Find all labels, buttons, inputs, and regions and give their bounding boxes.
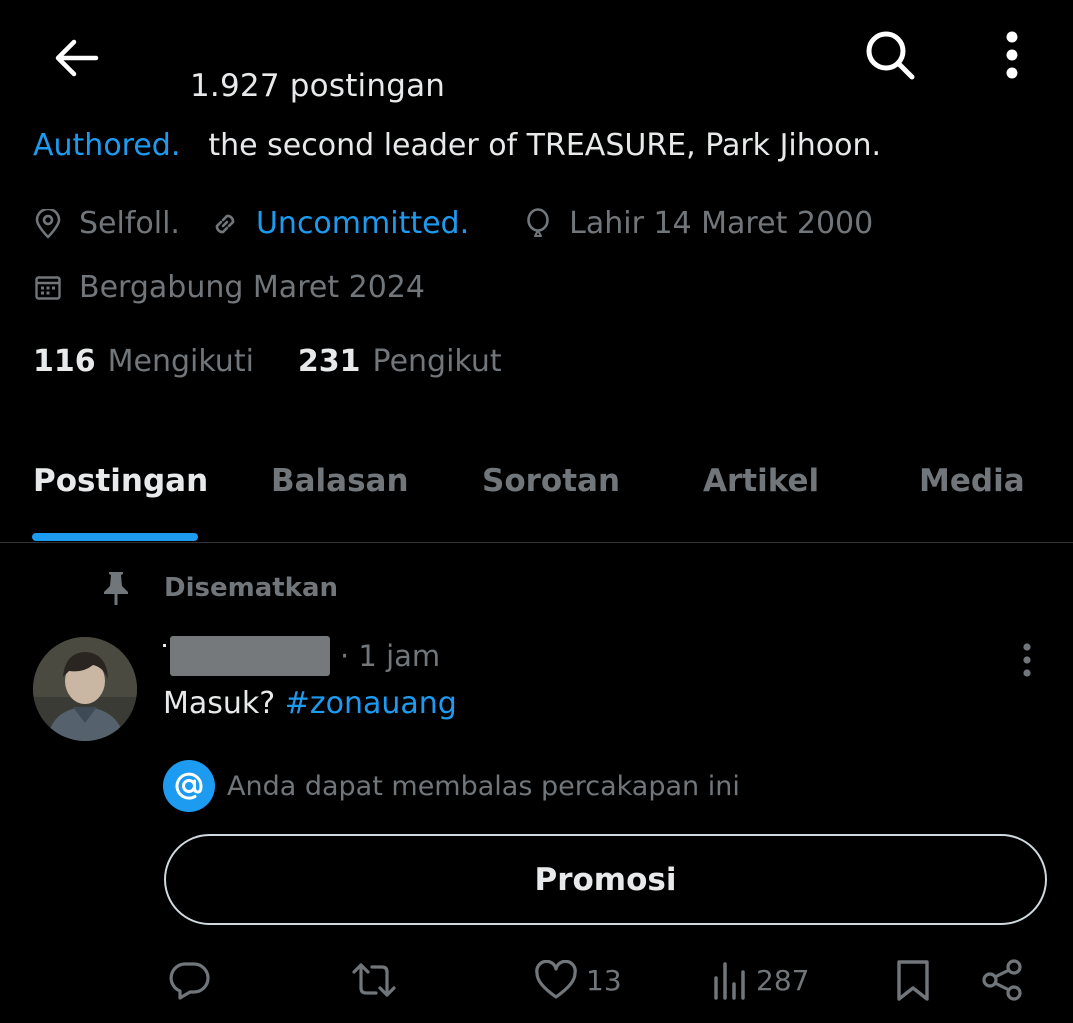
active-tab-indicator — [32, 533, 198, 541]
website-item[interactable]: Uncommitted. — [210, 206, 469, 241]
tweet-text: Masuk? #zonauang — [163, 686, 457, 721]
promote-button[interactable]: Promosi — [164, 834, 1047, 925]
tweet-time[interactable]: · 1 jam — [340, 639, 440, 673]
follow-stats: 116 Mengikuti 231 Pengikut — [33, 344, 502, 379]
heart-icon — [535, 960, 577, 999]
following-label: Mengikuti — [107, 344, 254, 379]
tweet-more-button[interactable] — [1010, 640, 1044, 680]
at-icon — [163, 760, 215, 812]
post-count: 1.927 postingan — [190, 68, 446, 104]
link-icon — [210, 209, 240, 239]
reply-permission-note: Anda dapat membalas percakapan ini — [163, 760, 740, 812]
avatar[interactable] — [33, 637, 137, 741]
profile-meta-row: Selfoll. Uncommitted. Lahir 14 Maret 200… — [33, 206, 873, 241]
bio-text: the second leader of TREASURE, Park Jiho… — [208, 128, 882, 163]
more-vertical-icon — [1023, 643, 1031, 677]
reply-note-text: Anda dapat membalas percakapan ini — [227, 770, 740, 802]
profile-meta-row: Bergabung Maret 2024 — [33, 270, 425, 305]
share-icon — [982, 959, 1022, 1001]
tweet-text-body: Masuk? — [163, 686, 285, 721]
tweet-hashtag[interactable]: #zonauang — [285, 686, 457, 721]
website-link[interactable]: Uncommitted. — [256, 206, 469, 241]
pinned-label: Disematkan — [164, 573, 339, 603]
calendar-icon — [33, 273, 63, 303]
share-button[interactable] — [980, 955, 1024, 1005]
tab-sorotan[interactable]: Sorotan — [482, 463, 620, 499]
views-icon — [714, 962, 745, 1000]
profile-tabs: Postingan Balasan Sorotan Artikel Media — [0, 455, 1073, 543]
arrow-left-icon — [55, 39, 99, 77]
tab-media[interactable]: Media — [919, 463, 1025, 499]
joined-item: Bergabung Maret 2024 — [33, 270, 425, 305]
retweet-icon — [352, 963, 396, 997]
bookmark-button[interactable] — [894, 955, 932, 1005]
reply-icon — [169, 962, 210, 1000]
balloon-icon — [523, 207, 553, 239]
following-stat[interactable]: 116 Mengikuti — [33, 344, 254, 379]
birth-item: Lahir 14 Maret 2000 — [523, 206, 873, 241]
location-item: Selfoll. — [33, 206, 180, 241]
bio-link[interactable]: Authored. — [33, 128, 180, 163]
search-icon — [866, 31, 915, 80]
tab-postingan[interactable]: Postingan — [33, 463, 208, 499]
like-count: 13 — [586, 963, 622, 997]
profile-bio: Authored. the second leader of TREASURE, … — [33, 128, 881, 163]
views-button[interactable]: 287 — [712, 955, 809, 1005]
pin-icon — [100, 570, 132, 606]
author-mark — [163, 644, 166, 647]
like-button[interactable]: 13 — [534, 955, 622, 1005]
tab-balasan[interactable]: Balasan — [271, 463, 409, 499]
search-button[interactable] — [858, 27, 922, 83]
followers-stat[interactable]: 231 Pengikut — [298, 344, 502, 379]
more-options-button[interactable] — [990, 27, 1034, 83]
tab-artikel[interactable]: Artikel — [703, 463, 819, 499]
location-text: Selfoll. — [79, 206, 180, 241]
followers-label: Pengikut — [372, 344, 502, 379]
views-count: 287 — [756, 963, 810, 997]
back-button[interactable] — [48, 32, 104, 84]
following-count: 116 — [33, 344, 96, 379]
author-name-redacted[interactable] — [170, 636, 330, 676]
tweet-author-row: · 1 jam — [163, 636, 440, 676]
profile-page: 1.927 postingan Authored. the second lead… — [0, 0, 1073, 1023]
pinned-indicator: Disematkan — [100, 570, 338, 606]
followers-count: 231 — [297, 344, 361, 379]
more-vertical-icon — [1006, 31, 1018, 79]
birth-text: Lahir 14 Maret 2000 — [569, 206, 874, 241]
reply-button[interactable] — [168, 955, 212, 1005]
joined-text: Bergabung Maret 2024 — [79, 270, 425, 305]
retweet-button[interactable] — [350, 955, 398, 1005]
location-pin-icon — [33, 208, 63, 239]
bookmark-icon — [897, 960, 929, 1001]
